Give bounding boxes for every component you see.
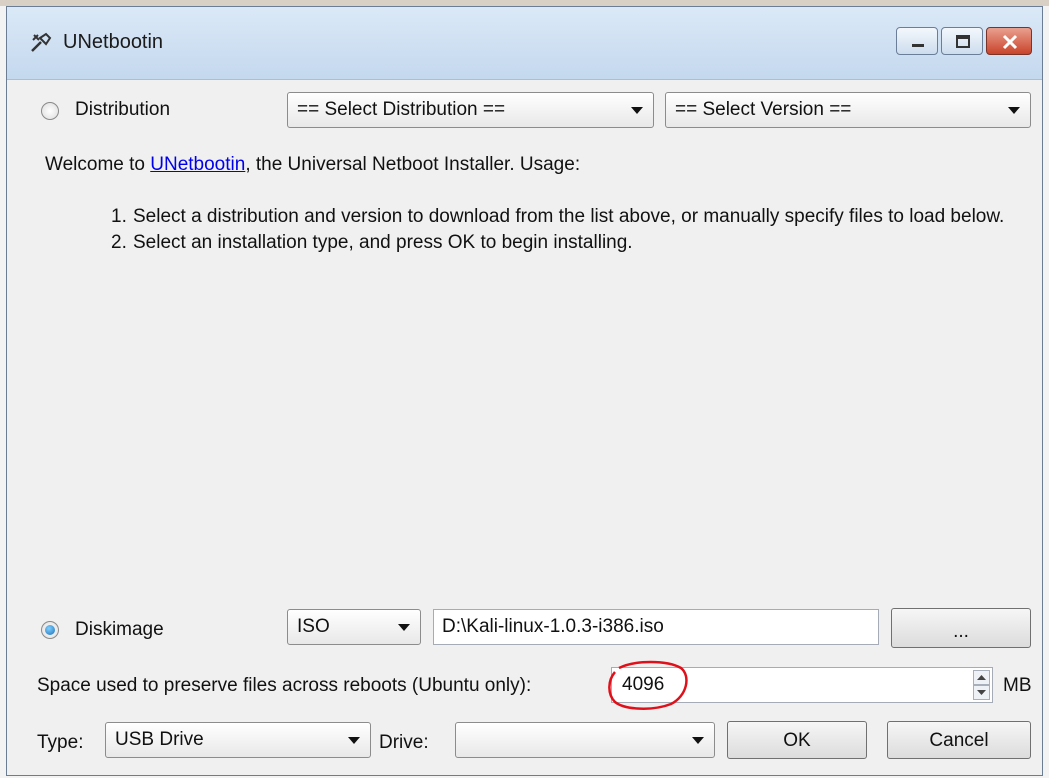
step-number: 2.: [111, 232, 127, 253]
unetbootin-link[interactable]: UNetbootin: [150, 154, 245, 175]
step-text: Select a distribution and version to dow…: [133, 206, 1005, 227]
wrench-icon: [29, 31, 53, 55]
drive-select[interactable]: [455, 722, 715, 758]
caption-buttons: [896, 27, 1032, 57]
cancel-button-label: Cancel: [929, 730, 989, 751]
chevron-down-icon: [348, 737, 360, 744]
cancel-button[interactable]: Cancel: [887, 721, 1031, 759]
drive-label: Drive:: [379, 732, 429, 753]
chevron-down-icon: [631, 107, 643, 114]
persistence-label: Space used to preserve files across rebo…: [37, 675, 532, 696]
chevron-down-icon: [1008, 107, 1020, 114]
browse-button[interactable]: ...: [891, 608, 1031, 648]
window-title: UNetbootin: [63, 31, 164, 53]
list-item: 1. Select a distribution and version to …: [111, 204, 1011, 230]
distribution-select-value: == Select Distribution ==: [297, 99, 506, 120]
image-format-value: ISO: [297, 616, 330, 637]
welcome-prefix: Welcome to: [45, 154, 151, 175]
maximize-button[interactable]: [941, 27, 983, 55]
title-bar[interactable]: UNetbootin: [7, 7, 1042, 80]
list-item: 2. Select an installation type, and pres…: [111, 230, 1011, 256]
version-select[interactable]: == Select Version ==: [665, 92, 1031, 128]
welcome-suffix: , the Universal Netboot Installer. Usage…: [245, 154, 581, 175]
diskimage-label: Diskimage: [75, 619, 164, 640]
persistence-unit: MB: [1003, 675, 1032, 696]
client-area: Distribution == Select Distribution == =…: [7, 80, 1042, 775]
persistence-value: 4096: [622, 674, 665, 695]
step-number: 1.: [111, 206, 127, 227]
close-button[interactable]: [986, 27, 1032, 55]
step-text: Select an installation type, and press O…: [133, 232, 633, 253]
ok-button[interactable]: OK: [727, 721, 867, 759]
image-format-select[interactable]: ISO: [287, 609, 421, 645]
distribution-select[interactable]: == Select Distribution ==: [287, 92, 654, 128]
close-icon: [1002, 34, 1018, 50]
maximize-icon: [956, 35, 970, 48]
spin-arrows-icon[interactable]: [973, 670, 990, 700]
unetbootin-window: UNetbootin Distribution == Select Distri…: [6, 6, 1043, 776]
type-select[interactable]: USB Drive: [105, 722, 371, 758]
minimize-icon: [912, 44, 924, 47]
usage-steps: 1. Select a distribution and version to …: [111, 204, 1011, 256]
version-select-value: == Select Version ==: [675, 99, 852, 120]
minimize-button[interactable]: [896, 27, 938, 55]
distribution-radio[interactable]: [41, 102, 59, 120]
image-path-value: D:\Kali-linux-1.0.3-i386.iso: [442, 616, 664, 637]
welcome-text: Welcome to UNetbootin, the Universal Net…: [45, 154, 580, 176]
distribution-label: Distribution: [75, 99, 171, 120]
chevron-down-icon: [692, 737, 704, 744]
type-label: Type:: [37, 732, 84, 753]
chevron-down-icon: [398, 624, 410, 631]
diskimage-radio[interactable]: [41, 621, 59, 639]
persistence-spinbox[interactable]: 4096: [611, 667, 993, 703]
type-select-value: USB Drive: [115, 729, 204, 750]
image-path-field[interactable]: D:\Kali-linux-1.0.3-i386.iso: [433, 609, 879, 645]
browse-button-label: ...: [953, 621, 969, 642]
ok-button-label: OK: [783, 730, 811, 751]
